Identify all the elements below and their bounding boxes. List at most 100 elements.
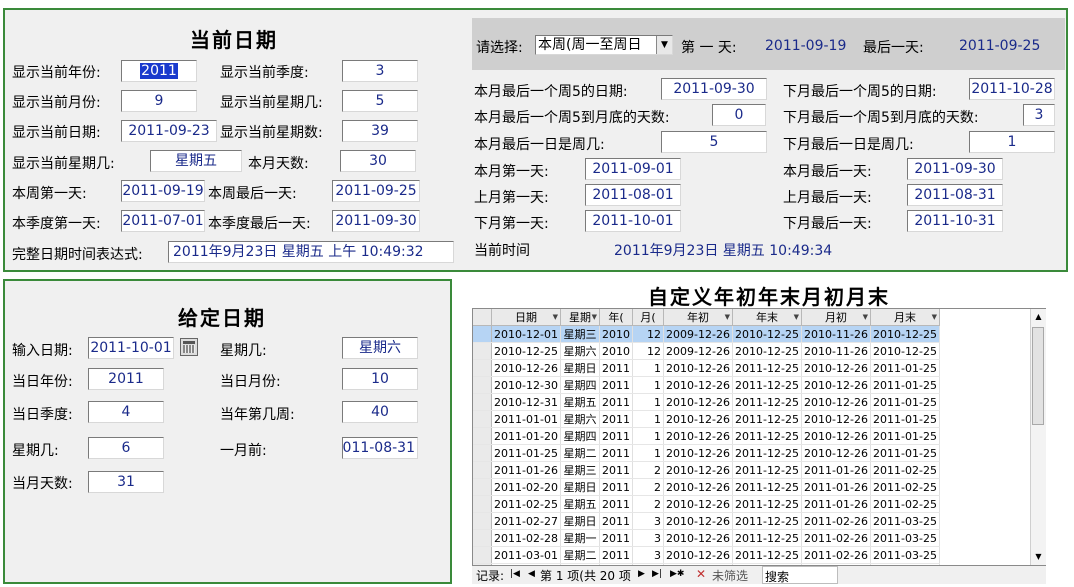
table-cell[interactable]: 2010-11-26 (801, 325, 871, 343)
table-cell[interactable]: 星期四 (560, 427, 600, 445)
table-cell[interactable]: 2011 (599, 478, 633, 496)
table-cell[interactable]: 2010-11-26 (801, 342, 871, 360)
table-cell[interactable]: 2009-12-26 (663, 325, 733, 343)
row-selector[interactable] (473, 495, 492, 513)
filter-icon[interactable]: ✕ (696, 567, 706, 581)
filter-status[interactable]: 未筛选 (712, 567, 748, 584)
table-cell[interactable]: 1 (632, 427, 664, 445)
table-row[interactable]: 2011-02-25 星期五 2011 2 2010-12-26 2011-12-25 20… (473, 495, 940, 513)
table-cell[interactable]: 3 (632, 529, 664, 547)
scroll-down-icon[interactable]: ▼ (1031, 549, 1046, 565)
col-header-month-end[interactable]: 月末 ▼ (870, 309, 940, 326)
table-row[interactable]: 2011-01-20 星期四 2011 1 2010-12-26 2011-12-25 20… (473, 427, 940, 445)
col-header-year[interactable]: 年( (599, 309, 633, 326)
table-cell[interactable]: 2010-12-26 (491, 359, 561, 377)
given-quarter-field[interactable]: 4 (88, 401, 164, 423)
next-month-last-weekday-field[interactable]: 1 (969, 131, 1055, 153)
table-cell[interactable]: 2011-12-25 (732, 359, 802, 377)
table-cell[interactable]: 星期五 (560, 495, 600, 513)
table-cell[interactable]: 2011-01-25 (491, 444, 561, 462)
row-selector[interactable] (473, 478, 492, 496)
table-cell[interactable]: 2 (632, 495, 664, 513)
row-selector[interactable] (473, 359, 492, 377)
col-header-month[interactable]: 月( (632, 309, 664, 326)
row-selector[interactable] (473, 342, 492, 360)
table-cell[interactable]: 星期一 (560, 529, 600, 547)
table-cell[interactable]: 2010-12-25 (491, 342, 561, 360)
first-record-icon[interactable]: |◀ (510, 569, 520, 579)
table-cell[interactable]: 2011-12-25 (732, 461, 802, 479)
table-row[interactable]: 2011-01-01 星期六 2011 1 2010-12-26 2011-12-25 20… (473, 410, 940, 428)
table-row[interactable]: 2011-01-25 星期二 2011 1 2010-12-26 2011-12-25 20… (473, 444, 940, 462)
table-cell[interactable]: 星期二 (560, 444, 600, 462)
table-cell[interactable]: 2011-01-20 (491, 427, 561, 445)
given-days-field[interactable]: 31 (88, 471, 164, 493)
table-cell[interactable]: 2010-12-25 (732, 342, 802, 360)
table-cell[interactable]: 2011-01-26 (801, 478, 871, 496)
week-last-day-field[interactable]: 2011-09-25 (332, 180, 420, 202)
chevron-down-icon[interactable]: ▼ (656, 36, 672, 54)
row-selector[interactable] (473, 376, 492, 394)
table-cell[interactable]: 2011-02-26 (801, 529, 871, 547)
prev-record-icon[interactable]: ◀ (528, 569, 535, 579)
table-cell[interactable]: 星期三 (560, 325, 600, 343)
table-cell[interactable]: 2011-12-25 (732, 427, 802, 445)
current-weeknum-field[interactable]: 39 (342, 120, 418, 142)
table-cell[interactable]: 星期五 (560, 393, 600, 411)
table-cell[interactable]: 2011-01-26 (801, 461, 871, 479)
table-cell[interactable]: 2011-12-25 (732, 376, 802, 394)
scroll-up-icon[interactable]: ▲ (1031, 309, 1046, 325)
table-cell[interactable]: 2010-12-26 (663, 427, 733, 445)
table-row[interactable]: 2010-12-26 星期日 2011 1 2010-12-26 2011-12-25 20… (473, 359, 940, 377)
month-last-fri-field[interactable]: 2011-09-30 (661, 78, 767, 100)
given-year-field[interactable]: 2011 (88, 368, 164, 390)
col-header-weekday[interactable]: 星期 ▼ (560, 309, 600, 326)
table-cell[interactable]: 2010-12-26 (663, 444, 733, 462)
current-month-field[interactable]: 9 (121, 90, 197, 112)
row-selector[interactable] (473, 512, 492, 530)
table-cell[interactable]: 2009-12-26 (663, 342, 733, 360)
select-all-cell[interactable] (473, 309, 492, 326)
last-month-first-field[interactable]: 2011-08-01 (585, 184, 681, 206)
current-weekday-field[interactable]: 星期五 (150, 150, 242, 172)
given-month-field[interactable]: 10 (342, 368, 418, 390)
table-cell[interactable]: 2010-12-26 (663, 478, 733, 496)
datasheet-scrollbar[interactable]: ▲ ▼ (1030, 309, 1046, 565)
next-month-first-field[interactable]: 2011-10-01 (585, 210, 681, 232)
table-cell[interactable]: 2010-12-26 (801, 427, 871, 445)
quarter-last-day-field[interactable]: 2011-09-30 (332, 210, 420, 232)
table-cell[interactable]: 3 (632, 546, 664, 564)
table-cell[interactable]: 2011-01-26 (801, 495, 871, 513)
row-selector[interactable] (473, 529, 492, 547)
table-cell[interactable]: 2010 (599, 342, 633, 360)
row-selector[interactable] (473, 427, 492, 445)
table-cell[interactable]: 2011-12-25 (732, 478, 802, 496)
last-month-last-field[interactable]: 2011-08-31 (907, 184, 1003, 206)
table-cell[interactable]: 2 (632, 461, 664, 479)
table-cell[interactable]: 2 (632, 478, 664, 496)
table-cell[interactable]: 星期日 (560, 478, 600, 496)
row-selector[interactable] (473, 325, 492, 343)
table-cell[interactable]: 2011-03-01 (491, 546, 561, 564)
table-cell[interactable]: 2011-01-25 (870, 393, 940, 411)
table-cell[interactable]: 2011-01-01 (491, 410, 561, 428)
table-cell[interactable]: 2011-12-25 (732, 444, 802, 462)
table-row[interactable]: 2010-12-31 星期五 2011 1 2010-12-26 2011-12-25 20… (473, 393, 940, 411)
record-position[interactable]: 第 1 项(共 20 项 (540, 567, 631, 584)
current-year-field[interactable]: 2011 (121, 60, 197, 82)
table-cell[interactable]: 2011-02-25 (491, 495, 561, 513)
table-cell[interactable]: 2011-01-25 (870, 427, 940, 445)
table-cell[interactable]: 2011 (599, 495, 633, 513)
scroll-thumb[interactable] (1032, 327, 1044, 425)
this-month-first-field[interactable]: 2011-09-01 (585, 158, 681, 180)
one-month-before-field[interactable]: 2011-08-31 (342, 437, 418, 459)
row-selector[interactable] (473, 461, 492, 479)
table-cell[interactable]: 2011 (599, 376, 633, 394)
table-cell[interactable]: 2011-12-25 (732, 546, 802, 564)
week-first-day-field[interactable]: 2011-09-19 (121, 180, 205, 202)
new-record-icon[interactable]: ▶✱ (670, 569, 684, 579)
month-days-field[interactable]: 30 (340, 150, 416, 172)
given-weekday-field[interactable]: 星期六 (342, 337, 418, 359)
month-last-weekday-field[interactable]: 5 (661, 131, 767, 153)
table-cell[interactable]: 2011-12-25 (732, 410, 802, 428)
